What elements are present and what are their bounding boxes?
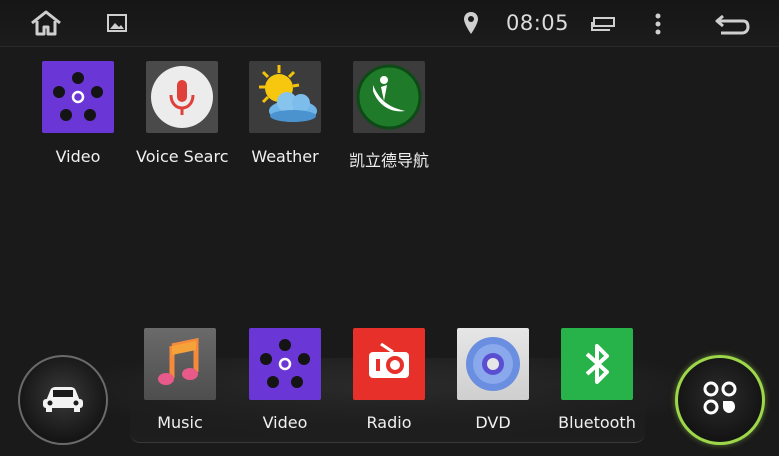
desktop: Video Voice Searc Weather 凯立德导航 (0, 46, 779, 326)
app-label: 凯立德导航 (348, 151, 429, 170)
weather-sun-cloud-icon (249, 61, 321, 133)
video-app-icon (249, 328, 321, 400)
app-voice-search[interactable]: Voice Searc (132, 61, 232, 166)
dock-app-bluetooth[interactable]: Bluetooth (547, 328, 647, 432)
location-pin-icon (462, 10, 480, 36)
recent-apps-icon[interactable] (590, 15, 616, 33)
home-icon[interactable] (28, 9, 64, 37)
car-icon (40, 383, 86, 417)
app-label: DVD (475, 413, 511, 432)
overflow-menu-icon[interactable] (650, 12, 666, 36)
dock-app-dvd[interactable]: DVD (443, 328, 543, 432)
app-label: Weather (251, 147, 319, 166)
music-note-icon (144, 328, 216, 400)
app-label: Music (157, 413, 203, 432)
dock-app-music[interactable]: Music (130, 328, 230, 432)
disc-icon (457, 328, 529, 400)
microphone-icon (146, 61, 218, 133)
app-label: Video (262, 413, 308, 432)
image-icon[interactable] (106, 12, 128, 34)
car-button[interactable] (18, 355, 108, 445)
back-icon[interactable] (714, 11, 752, 37)
app-label: Voice Searc (136, 147, 228, 166)
app-drawer-button[interactable] (675, 355, 765, 445)
app-label: Bluetooth (558, 413, 636, 432)
app-drawer-icon (701, 379, 739, 421)
navigation-app-icon (353, 61, 425, 133)
app-label: Radio (366, 413, 412, 432)
dock-app-video[interactable]: Video (235, 328, 335, 432)
app-video[interactable]: Video (28, 61, 128, 166)
app-label: Video (55, 147, 101, 166)
video-app-icon (42, 61, 114, 133)
bluetooth-icon (561, 328, 633, 400)
status-bar: 08:05 (0, 0, 779, 47)
app-navigation[interactable]: 凯立德导航 (339, 61, 439, 171)
clock: 08:05 (506, 11, 570, 35)
app-weather[interactable]: Weather (235, 61, 335, 166)
dock-app-radio[interactable]: Radio (339, 328, 439, 432)
radio-icon (353, 328, 425, 400)
